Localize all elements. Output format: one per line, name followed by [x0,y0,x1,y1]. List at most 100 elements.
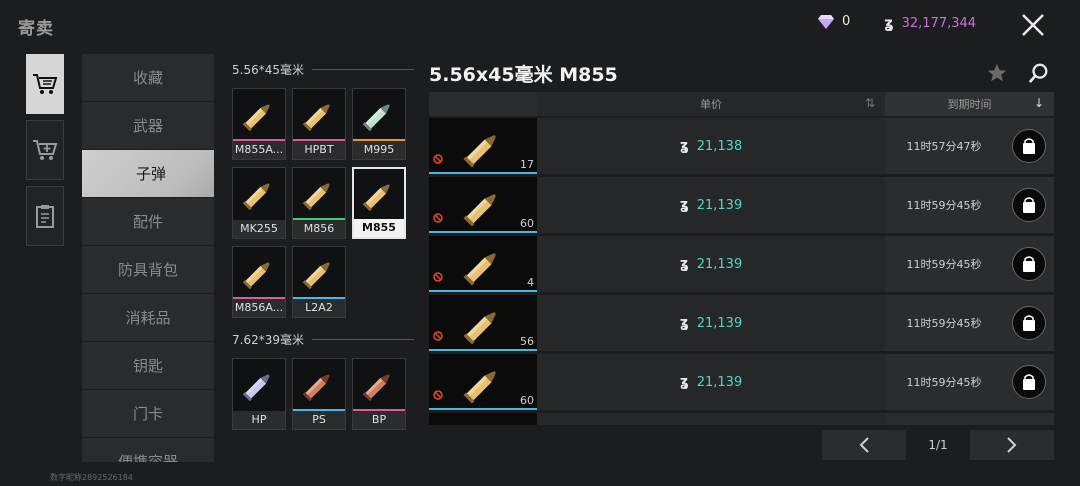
diamond-icon [818,14,834,29]
bullet-icon [362,184,390,212]
ammo-thumbnail [293,168,345,220]
ammo-thumbnail [293,359,345,411]
cart-icon [33,74,58,94]
diamond-amount: 0 [842,14,851,29]
close-button[interactable] [1016,8,1050,42]
prev-page-button[interactable] [822,430,906,460]
listing-quantity: 60 [520,394,534,407]
ammo-picker: 5.56*45毫米 M855A... HPBT M995 MK255 M856 M855 M… [232,60,414,442]
sort-by-expire[interactable]: 到期时间 ↓ [885,92,1054,116]
rail-sell-button[interactable] [26,54,64,114]
buy-button[interactable] [1011,365,1046,399]
listing-expire: 11时59分45秒 [885,177,1003,233]
coin-icon: ʓ [679,374,689,390]
coin-icon: ʓ [679,197,689,213]
bullet-icon [242,374,270,402]
listing-quantity: 4 [527,276,534,289]
rail-records-button[interactable] [26,186,64,246]
coin-amount: 32,177,344 [901,15,977,31]
ammo-item[interactable]: M856 [292,167,346,239]
shopping-bag-icon [1022,138,1035,154]
shopping-bag-icon [1022,374,1035,390]
ammo-label: M856 [293,220,345,238]
next-page-button[interactable] [970,430,1054,460]
bullet-icon [302,262,330,290]
bullet-icon [242,104,270,132]
clipboard-icon [36,205,54,228]
pager: 1/1 [822,430,1054,460]
ammo-label: L2A2 [293,299,345,317]
sort-desc-icon: ↓ [1033,96,1044,110]
listing-quantity: 60 [520,217,534,230]
page-title: 寄卖 [18,19,54,39]
ammo-thumbnail [233,359,285,411]
buy-button[interactable] [1011,306,1046,340]
no-trade-icon [433,267,443,286]
category-weapons[interactable]: 武器 [82,102,214,150]
ammo-item[interactable]: MK255 [232,167,286,239]
coin-icon: ʓ [679,315,689,331]
ammo-item[interactable]: HPBT [292,88,346,160]
rail-buy-button[interactable] [26,120,64,180]
ammo-label: M995 [353,141,405,159]
ammo-label: HP [233,411,285,429]
listing-price: ʓ 21,139 [537,295,885,351]
shopping-bag-icon [1022,197,1035,213]
category-containers[interactable]: 便携容器 [82,438,214,462]
cart-add-icon [33,140,58,160]
chevron-right-icon [1007,437,1017,453]
category-attachments[interactable]: 配件 [82,198,214,246]
listing-rows: 17 ʓ 21,138 11时57分47秒 60 ʓ 21,139 11时59分45秒 4 ʓ 21… [429,118,1054,425]
listing-expire: 11时59分45秒 [885,354,1003,410]
buy-button[interactable] [1011,247,1046,281]
ammo-item[interactable]: M995 [352,88,406,160]
no-trade-icon [433,208,443,227]
ammo-group-title: 7.62*39毫米 [232,330,414,348]
price-column-label: 单价 [700,98,722,111]
ammo-item[interactable]: L2A2 [292,246,346,318]
listing-row: 4 ʓ 21,139 11时59分45秒 [429,236,1054,292]
buy-button[interactable] [1011,188,1046,222]
no-trade-icon [433,385,443,404]
favorite-star-icon[interactable] [984,60,1010,86]
price-value: 21,139 [696,315,743,331]
listing-row [429,413,1054,425]
ammo-item[interactable]: M855 [352,167,406,239]
sort-icon: ⇅ [864,96,875,110]
ammo-item[interactable]: M855A... [232,88,286,160]
listing-price: ʓ 21,138 [537,118,885,174]
bullet-icon [463,135,496,168]
listing-thumbnail: 56 [429,295,537,351]
ammo-item[interactable]: PS [292,358,346,430]
bullet-icon [463,312,496,345]
sort-by-price[interactable]: 单价 ⇅ [537,92,885,116]
bullet-icon [463,371,496,404]
ammo-label: PS [293,411,345,429]
category-armor-backpack[interactable]: 防具背包 [82,246,214,294]
category-ammo[interactable]: 子弹 [82,150,214,198]
category-keycards[interactable]: 门卡 [82,390,214,438]
ammo-thumbnail [293,89,345,141]
ammo-label: BP [353,411,405,429]
buy-button[interactable] [1011,129,1046,163]
ammo-grid: M855A... HPBT M995 MK255 M856 M855 M856A... L2A… [232,88,414,318]
bullet-icon [242,183,270,211]
category-favorites[interactable]: 收藏 [82,54,214,102]
ammo-item[interactable]: HP [232,358,286,430]
listing-expire: 11时59分45秒 [885,295,1003,351]
coin-balance: ʓ 32,177,344 [884,14,976,32]
category-keys[interactable]: 钥匙 [82,342,214,390]
shopping-bag-icon [1022,256,1035,272]
coin-icon: ʓ [884,14,894,32]
category-consumables[interactable]: 消耗品 [82,294,214,342]
chevron-left-icon [859,437,869,453]
listing-row: 60 ʓ 21,139 11时59分45秒 [429,177,1054,233]
ammo-label: HPBT [293,141,345,159]
listing-quantity: 17 [520,158,534,171]
listing-thumbnail: 4 [429,236,537,292]
ammo-item[interactable]: M856A... [232,246,286,318]
search-icon[interactable] [1026,60,1052,86]
ammo-item[interactable]: BP [352,358,406,430]
listing-thumbnail: 60 [429,354,537,410]
listing-price: ʓ 21,139 [537,354,885,410]
